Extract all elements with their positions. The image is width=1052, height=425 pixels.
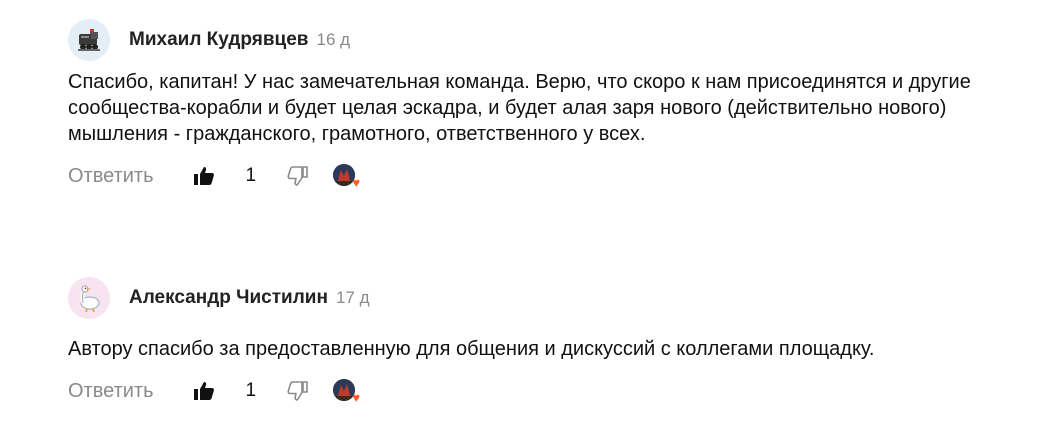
heart-icon: ♥: [352, 175, 361, 190]
thumbs-up-icon: [193, 382, 214, 400]
reply-button[interactable]: Ответить: [68, 165, 154, 188]
goose-icon: [80, 285, 100, 313]
thumbs-up-icon: [193, 167, 214, 185]
like-count: 1: [245, 165, 257, 186]
dislike-button[interactable]: [286, 164, 310, 188]
comment-text: Спасибо, капитан! У нас замечательная ко…: [68, 71, 971, 145]
avatar[interactable]: [68, 19, 110, 61]
comment-header: Александр Чистилин 17 д: [68, 277, 1052, 319]
heart-icon: ♥: [352, 390, 361, 405]
author-name[interactable]: Александр Чистилин: [129, 287, 328, 309]
like-button[interactable]: [192, 164, 216, 188]
comment-age: 16 д: [316, 30, 351, 49]
comment-age: 17 д: [335, 288, 370, 307]
dislike-button[interactable]: [286, 379, 310, 403]
reply-button[interactable]: Ответить: [68, 380, 154, 403]
comment: Александр Чистилин 17 д Автору спасибо з…: [68, 277, 1052, 406]
like-count: 1: [245, 380, 257, 401]
thumbs-down-icon: [287, 381, 308, 401]
liker-avatar[interactable]: ♥: [332, 163, 360, 189]
comment: Михаил Кудрявцев 16 д Спасибо, капитан! …: [68, 19, 1052, 191]
steam-locomotive-icon: [78, 29, 100, 51]
comment-text: Автору спасибо за предоставленную для об…: [68, 338, 875, 360]
avatar[interactable]: [68, 277, 110, 319]
liker-avatar[interactable]: ♥: [332, 378, 360, 404]
comment-header: Михаил Кудрявцев 16 д: [68, 19, 1052, 61]
author-name[interactable]: Михаил Кудрявцев: [129, 29, 308, 51]
like-button[interactable]: [192, 379, 216, 403]
comment-actions: Ответить 1 ♥: [68, 161, 1052, 191]
comment-actions: Ответить 1 ♥: [68, 376, 1052, 406]
thumbs-down-icon: [287, 166, 308, 186]
